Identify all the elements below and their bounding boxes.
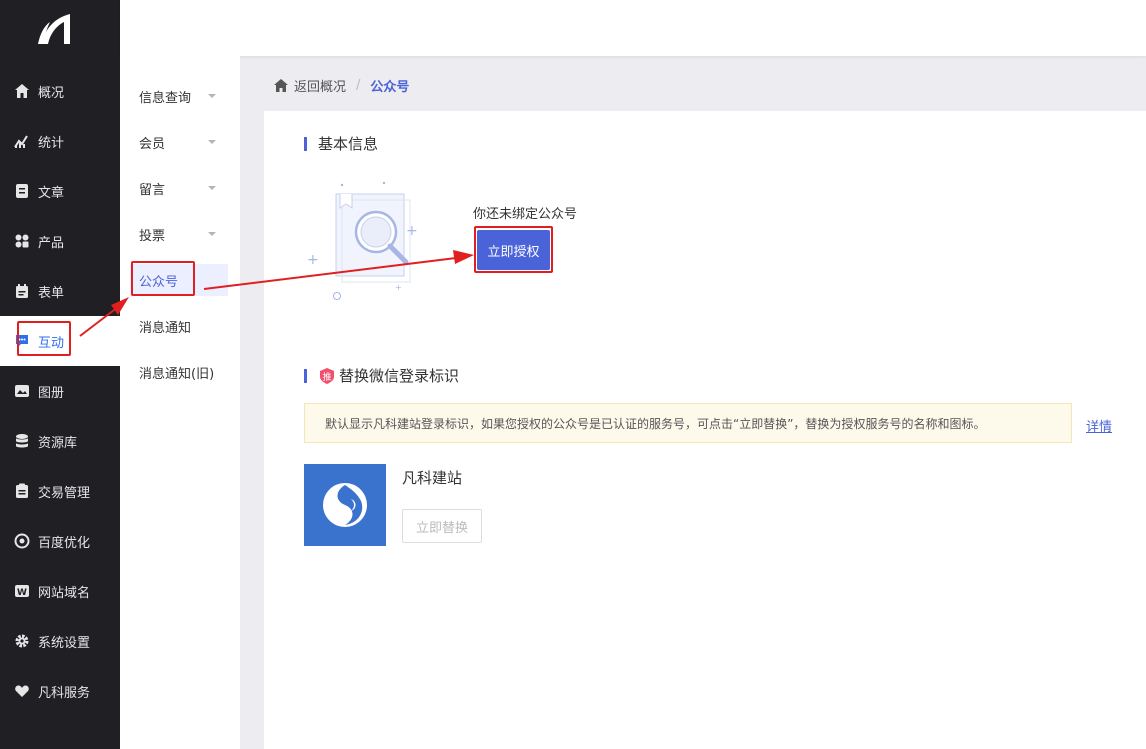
sail-logo-icon[interactable] bbox=[36, 8, 78, 48]
sidebar-item-label: 资源库 bbox=[38, 435, 78, 451]
clipboard-icon bbox=[14, 483, 30, 499]
heart-icon bbox=[14, 683, 30, 699]
top-header bbox=[120, 0, 1146, 56]
submenu-item-label: 消息通知(旧) bbox=[139, 366, 215, 382]
push-badge-text: 推 bbox=[322, 371, 331, 383]
home-icon bbox=[14, 83, 30, 99]
sidebar-item-label: 统计 bbox=[38, 135, 65, 151]
basic-info-title: 基本信息 bbox=[304, 133, 378, 154]
submenu-item-label: 信息查询 bbox=[139, 90, 192, 106]
sidebar-item-4[interactable]: 表单 bbox=[0, 266, 120, 316]
sidebar-item-label: 产品 bbox=[38, 235, 65, 251]
sidebar-item-5[interactable]: 互动 bbox=[0, 316, 120, 366]
replace-now-button: 立即替换 bbox=[402, 509, 482, 543]
sidebar-item-9[interactable]: 百度优化 bbox=[0, 516, 120, 566]
sidebar-item-label: 凡科服务 bbox=[38, 685, 91, 701]
sidebar-item-label: 系统设置 bbox=[38, 635, 91, 651]
article-icon bbox=[14, 183, 30, 199]
sidebar-item-label: 互动 bbox=[38, 335, 65, 351]
breadcrumb-separator: / bbox=[356, 77, 361, 93]
svg-text:W: W bbox=[17, 588, 27, 598]
caret-down-icon bbox=[208, 94, 216, 98]
submenu-item-label: 会员 bbox=[139, 136, 166, 152]
replace-login-title-text: 替换微信登录标识 bbox=[339, 367, 460, 385]
replace-login-title: 推 替换微信登录标识 bbox=[304, 365, 459, 386]
breadcrumb-current: 公众号 bbox=[370, 79, 410, 95]
chat-icon bbox=[14, 333, 30, 349]
title-accent-bar bbox=[304, 368, 307, 383]
svg-text:+: + bbox=[395, 283, 402, 292]
submenu-item-label: 投票 bbox=[139, 228, 166, 244]
sidebar-item-7[interactable]: 资源库 bbox=[0, 416, 120, 466]
brand-logo bbox=[304, 464, 386, 546]
sidebar-item-label: 概况 bbox=[38, 85, 65, 101]
back-to-overview-link[interactable]: 返回概况 bbox=[294, 76, 346, 95]
breadcrumb: 返回概况 / 公众号 bbox=[274, 75, 409, 95]
title-accent-bar bbox=[304, 136, 307, 151]
submenu-item-3[interactable]: 投票 bbox=[130, 218, 228, 250]
svg-text:+: + bbox=[406, 223, 418, 239]
album-icon bbox=[14, 383, 30, 399]
sidebar-item-11[interactable]: 系统设置 bbox=[0, 616, 120, 666]
sidebar-item-label: 交易管理 bbox=[38, 485, 91, 501]
svg-text:+: + bbox=[307, 252, 319, 268]
submenu-item-2[interactable]: 留言 bbox=[130, 172, 228, 204]
sidebar-item-8[interactable]: 交易管理 bbox=[0, 466, 120, 516]
sidebar-item-label: 图册 bbox=[38, 385, 65, 401]
submenu-item-0[interactable]: 信息查询 bbox=[130, 80, 228, 112]
submenu-item-label: 公众号 bbox=[139, 274, 179, 290]
sidebar-item-label: 百度优化 bbox=[38, 535, 91, 551]
sidebar-item-12[interactable]: 凡科服务 bbox=[0, 666, 120, 716]
sidebar-item-label: 网站域名 bbox=[38, 585, 91, 601]
details-link[interactable]: 详情 bbox=[1086, 416, 1112, 435]
fkw-logo-icon bbox=[323, 483, 367, 527]
document-search-illustration: + + + bbox=[307, 181, 418, 300]
sidebar-item-6[interactable]: 图册 bbox=[0, 366, 120, 416]
replace-notice-text: 默认显示凡科建站登录标识，如果您授权的公众号是已认证的服务号，可点击“立即替换”… bbox=[325, 416, 986, 431]
target-icon bbox=[14, 533, 30, 549]
sidebar-item-3[interactable]: 产品 bbox=[0, 216, 120, 266]
sidebar-item-label: 文章 bbox=[38, 185, 65, 201]
sidebar-item-0[interactable]: 概况 bbox=[0, 66, 120, 116]
replace-notice: 默认显示凡科建站登录标识，如果您授权的公众号是已认证的服务号，可点击“立即替换”… bbox=[304, 403, 1072, 443]
caret-down-icon bbox=[208, 232, 216, 236]
caret-down-icon bbox=[208, 186, 216, 190]
home-icon[interactable] bbox=[274, 78, 288, 92]
gear-icon bbox=[14, 633, 30, 649]
authorize-now-button[interactable]: 立即授权 bbox=[477, 230, 550, 270]
submenu-item-label: 留言 bbox=[139, 182, 166, 198]
sidebar-item-1[interactable]: 统计 bbox=[0, 116, 120, 166]
submenu-item-5[interactable]: 消息通知 bbox=[130, 310, 228, 342]
unbound-message: 你还未绑定公众号 bbox=[473, 207, 578, 222]
submenu-item-4[interactable]: 公众号 bbox=[130, 264, 228, 296]
sidebar-item-2[interactable]: 文章 bbox=[0, 166, 120, 216]
sidebar-item-label: 表单 bbox=[38, 285, 65, 301]
push-badge-icon: 推 bbox=[320, 367, 334, 384]
secondary-menu bbox=[120, 56, 240, 749]
brand-name: 凡科建站 bbox=[402, 469, 463, 487]
w-icon: W bbox=[14, 583, 30, 599]
database-icon bbox=[14, 433, 30, 449]
caret-down-icon bbox=[208, 140, 216, 144]
sidebar-item-10[interactable]: W 网站域名 bbox=[0, 566, 120, 616]
grid-icon bbox=[14, 233, 30, 249]
submenu-item-label: 消息通知 bbox=[139, 320, 192, 336]
basic-info-title-text: 基本信息 bbox=[318, 135, 379, 153]
submenu-item-1[interactable]: 会员 bbox=[130, 126, 228, 158]
form-icon bbox=[14, 283, 30, 299]
submenu-item-6[interactable]: 消息通知(旧) bbox=[130, 356, 228, 388]
chart-icon bbox=[14, 133, 30, 149]
